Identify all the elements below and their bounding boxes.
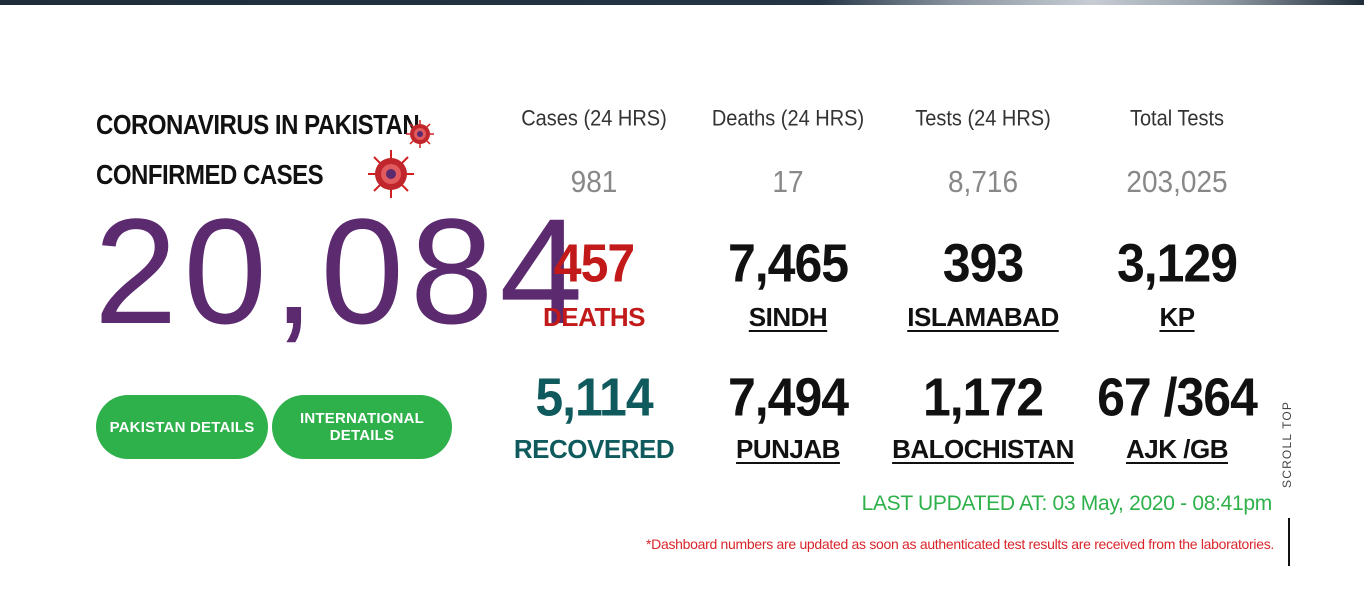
deaths-count: 457 xyxy=(553,232,635,294)
top-banner-strip xyxy=(0,0,1364,5)
international-details-button[interactable]: INTERNATIONAL DETAILS xyxy=(272,395,452,459)
disclaimer-note: *Dashboard numbers are updated as soon a… xyxy=(646,536,1274,552)
kp-link[interactable]: KP xyxy=(1159,302,1195,333)
ajk-gb-count: 67 /364 xyxy=(1097,366,1258,428)
recovered-count: 5,114 xyxy=(535,366,653,428)
punjab-link[interactable]: PUNJAB xyxy=(736,434,840,465)
ajk-gb-link[interactable]: AJK /GB xyxy=(1126,434,1228,465)
last-updated-text: LAST UPDATED AT: 03 May, 2020 - 08:41pm xyxy=(861,492,1273,515)
punjab-count: 7,494 xyxy=(727,366,849,428)
sindh-count: 7,465 xyxy=(727,232,849,294)
deaths-24h-heading: Deaths (24 HRS) xyxy=(711,106,865,132)
scroll-top-divider xyxy=(1288,518,1290,566)
islamabad-count: 393 xyxy=(942,232,1024,294)
deaths-24h-value: 17 xyxy=(772,164,804,199)
scroll-top-button[interactable]: SCROLL TOP xyxy=(1280,401,1294,488)
islamabad-link[interactable]: ISLAMABAD xyxy=(907,302,1059,333)
tests-24h-value: 8,716 xyxy=(947,164,1019,199)
cases-24h-heading: Cases (24 HRS) xyxy=(521,106,667,132)
total-tests-heading: Total Tests xyxy=(1129,106,1225,132)
balochistan-link[interactable]: BALOCHISTAN xyxy=(892,434,1074,465)
tests-24h-heading: Tests (24 HRS) xyxy=(915,106,1051,132)
recovered-label: RECOVERED xyxy=(513,434,675,464)
cases-24h-value: 981 xyxy=(570,164,618,199)
deaths-label: DEATHS xyxy=(543,302,645,332)
balochistan-count: 1,172 xyxy=(922,366,1044,428)
total-tests-value: 203,025 xyxy=(1126,164,1228,199)
kp-count: 3,129 xyxy=(1116,232,1238,294)
pakistan-details-button[interactable]: PAKISTAN DETAILS xyxy=(96,395,268,459)
headline-title: CORONAVIRUS IN PAKISTAN xyxy=(96,110,420,142)
confirmed-cases-count: 20,084 xyxy=(94,187,589,355)
sindh-link[interactable]: SINDH xyxy=(749,302,828,333)
